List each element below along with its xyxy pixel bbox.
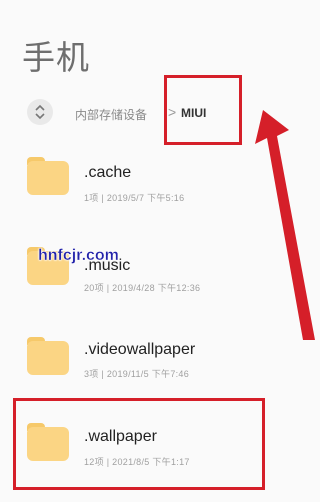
folder-icon[interactable] <box>27 157 69 195</box>
file-meta: 20项 | 2019/4/28 下午12:36 <box>84 283 201 293</box>
highlight-box-miui <box>164 75 242 145</box>
arrow-annotation <box>255 110 315 340</box>
folder-icon[interactable] <box>27 337 69 375</box>
breadcrumb-parent[interactable]: 内部存储设备 <box>75 106 147 123</box>
file-meta: 3项 | 2019/11/5 下午7:46 <box>84 369 190 379</box>
file-name[interactable]: .cache <box>84 164 131 182</box>
file-name[interactable]: .videowallpaper <box>84 341 195 359</box>
highlight-box-wallpaper <box>13 398 265 490</box>
watermark-text: hnfcjr.com <box>38 247 119 264</box>
page-title: 手机 <box>22 39 90 76</box>
storage-switch-button[interactable] <box>27 99 53 125</box>
chevron-updown-icon <box>35 104 45 120</box>
file-meta: 1项 | 2019/5/7 下午5:16 <box>84 193 185 203</box>
